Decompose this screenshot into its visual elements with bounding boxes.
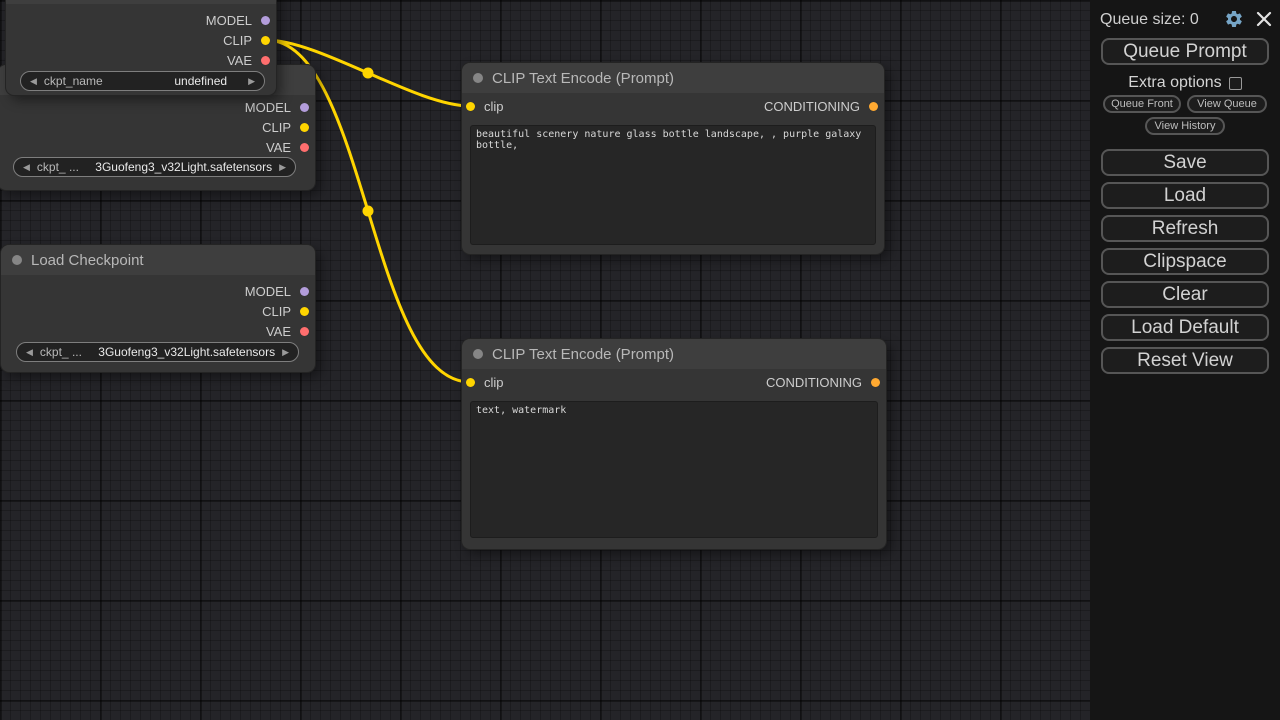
link-midpoint-dot[interactable] bbox=[363, 206, 374, 217]
node-clip-text-encode-positive[interactable]: CLIP Text Encode (Prompt) clip CONDITION… bbox=[462, 63, 884, 254]
model-output-dot[interactable] bbox=[300, 103, 309, 112]
load-button[interactable]: Load bbox=[1101, 182, 1269, 209]
comfyui-canvas[interactable]: MODEL CLIP VAE ◀ ckpt_ ... 3Guofeng3_v32… bbox=[0, 0, 1280, 720]
view-queue-button[interactable]: View Queue bbox=[1187, 95, 1267, 113]
node-title-bar[interactable]: CLIP Text Encode (Prompt) bbox=[462, 63, 884, 93]
node-title: CLIP Text Encode (Prompt) bbox=[492, 70, 674, 87]
slot-label: MODEL bbox=[245, 100, 291, 115]
slot-label: CLIP bbox=[262, 120, 291, 135]
queue-size-label: Queue size: 0 bbox=[1100, 11, 1199, 29]
collapse-dot[interactable] bbox=[12, 255, 22, 265]
widget-value: 3Guofeng3_v32Light.safetensors bbox=[95, 160, 272, 174]
clip-input-dot[interactable] bbox=[466, 102, 475, 111]
widget-label: ckpt_name bbox=[44, 74, 167, 88]
clipspace-button[interactable]: Clipspace bbox=[1101, 248, 1269, 275]
conditioning-output-dot[interactable] bbox=[869, 102, 878, 111]
widget-label: ckpt_ ... bbox=[40, 345, 91, 359]
comfy-menu: Queue size: 0 Queue Prompt Extra options… bbox=[1090, 0, 1280, 720]
vae-output-dot[interactable] bbox=[300, 143, 309, 152]
slot-label: MODEL bbox=[206, 13, 252, 28]
node-title-bar[interactable]: Load Checkpoint bbox=[1, 245, 315, 275]
node-title: CLIP Text Encode (Prompt) bbox=[492, 346, 674, 363]
collapse-dot[interactable] bbox=[473, 349, 483, 359]
clear-button[interactable]: Clear bbox=[1101, 281, 1269, 308]
node-load-checkpoint[interactable]: Load Checkpoint MODEL CLIP VAE ◀ ckpt_ .… bbox=[1, 245, 315, 372]
clip-output-dot[interactable] bbox=[300, 307, 309, 316]
save-button[interactable]: Save bbox=[1101, 149, 1269, 176]
vae-output-dot[interactable] bbox=[300, 327, 309, 336]
output-slot-clip: CLIP bbox=[6, 30, 276, 50]
clip-output-dot[interactable] bbox=[261, 36, 270, 45]
node-title-bar[interactable] bbox=[6, 0, 276, 4]
slot-label: clip bbox=[484, 375, 504, 390]
ckpt-name-widget[interactable]: ◀ ckpt_ ... 3Guofeng3_v32Light.safetenso… bbox=[16, 342, 299, 362]
next-arrow-icon[interactable]: ▶ bbox=[279, 163, 286, 172]
next-arrow-icon[interactable]: ▶ bbox=[248, 77, 255, 86]
output-slot-clip: CLIP bbox=[0, 117, 315, 137]
slot-label: CLIP bbox=[223, 33, 252, 48]
widget-value: 3Guofeng3_v32Light.safetensors bbox=[98, 345, 275, 359]
vae-output-dot[interactable] bbox=[261, 56, 270, 65]
queue-prompt-button[interactable]: Queue Prompt bbox=[1101, 38, 1269, 65]
queue-front-button[interactable]: Queue Front bbox=[1103, 95, 1181, 113]
slot-label: CONDITIONING bbox=[764, 99, 860, 114]
ckpt-name-widget[interactable]: ◀ ckpt_ ... 3Guofeng3_v32Light.safetenso… bbox=[13, 157, 296, 177]
clip-input-dot[interactable] bbox=[466, 378, 475, 387]
extra-options-label: Extra options bbox=[1128, 74, 1221, 92]
node-load-checkpoint-partial-top[interactable]: MODEL CLIP VAE ◀ ckpt_name undefined ▶ bbox=[6, 0, 276, 95]
output-slot-model: MODEL bbox=[1, 281, 315, 301]
prompt-textarea[interactable]: beautiful scenery nature glass bottle la… bbox=[470, 125, 876, 245]
slot-label: VAE bbox=[227, 53, 252, 68]
ckpt-name-widget[interactable]: ◀ ckpt_name undefined ▶ bbox=[20, 71, 265, 91]
view-history-button[interactable]: View History bbox=[1145, 117, 1225, 135]
node-title: Load Checkpoint bbox=[31, 252, 144, 269]
output-slot-vae: VAE bbox=[6, 50, 276, 70]
slot-label: CLIP bbox=[262, 304, 291, 319]
output-slot-vae: VAE bbox=[1, 321, 315, 341]
slot-label: VAE bbox=[266, 140, 291, 155]
clip-output-dot[interactable] bbox=[300, 123, 309, 132]
node-title-bar[interactable]: CLIP Text Encode (Prompt) bbox=[462, 339, 886, 369]
prev-arrow-icon[interactable]: ◀ bbox=[30, 77, 37, 86]
slot-label: clip bbox=[484, 99, 504, 114]
link-midpoint-dot[interactable] bbox=[363, 68, 374, 79]
prev-arrow-icon[interactable]: ◀ bbox=[23, 163, 30, 172]
conditioning-output-dot[interactable] bbox=[871, 378, 880, 387]
extra-options-checkbox[interactable] bbox=[1229, 77, 1242, 90]
widget-label: ckpt_ ... bbox=[37, 160, 88, 174]
collapse-dot[interactable] bbox=[473, 73, 483, 83]
slot-label: MODEL bbox=[245, 284, 291, 299]
reset-view-button[interactable]: Reset View bbox=[1101, 347, 1269, 374]
node-clip-text-encode-negative[interactable]: CLIP Text Encode (Prompt) clip CONDITION… bbox=[462, 339, 886, 549]
output-slot-model: MODEL bbox=[6, 10, 276, 30]
model-output-dot[interactable] bbox=[261, 16, 270, 25]
refresh-button[interactable]: Refresh bbox=[1101, 215, 1269, 242]
slot-row: clip CONDITIONING bbox=[462, 96, 884, 116]
settings-gear-icon[interactable] bbox=[1224, 9, 1244, 29]
output-slot-clip: CLIP bbox=[1, 301, 315, 321]
slot-label: VAE bbox=[266, 324, 291, 339]
prompt-textarea[interactable]: text, watermark bbox=[470, 401, 878, 538]
slot-label: CONDITIONING bbox=[766, 375, 862, 390]
load-default-button[interactable]: Load Default bbox=[1101, 314, 1269, 341]
output-slot-model: MODEL bbox=[0, 97, 315, 117]
next-arrow-icon[interactable]: ▶ bbox=[282, 348, 289, 357]
close-icon[interactable] bbox=[1254, 9, 1274, 29]
output-slot-vae: VAE bbox=[0, 137, 315, 157]
model-output-dot[interactable] bbox=[300, 287, 309, 296]
slot-row: clip CONDITIONING bbox=[462, 372, 886, 392]
extra-options-row: Extra options bbox=[1090, 74, 1280, 92]
widget-value: undefined bbox=[174, 74, 227, 88]
prev-arrow-icon[interactable]: ◀ bbox=[26, 348, 33, 357]
